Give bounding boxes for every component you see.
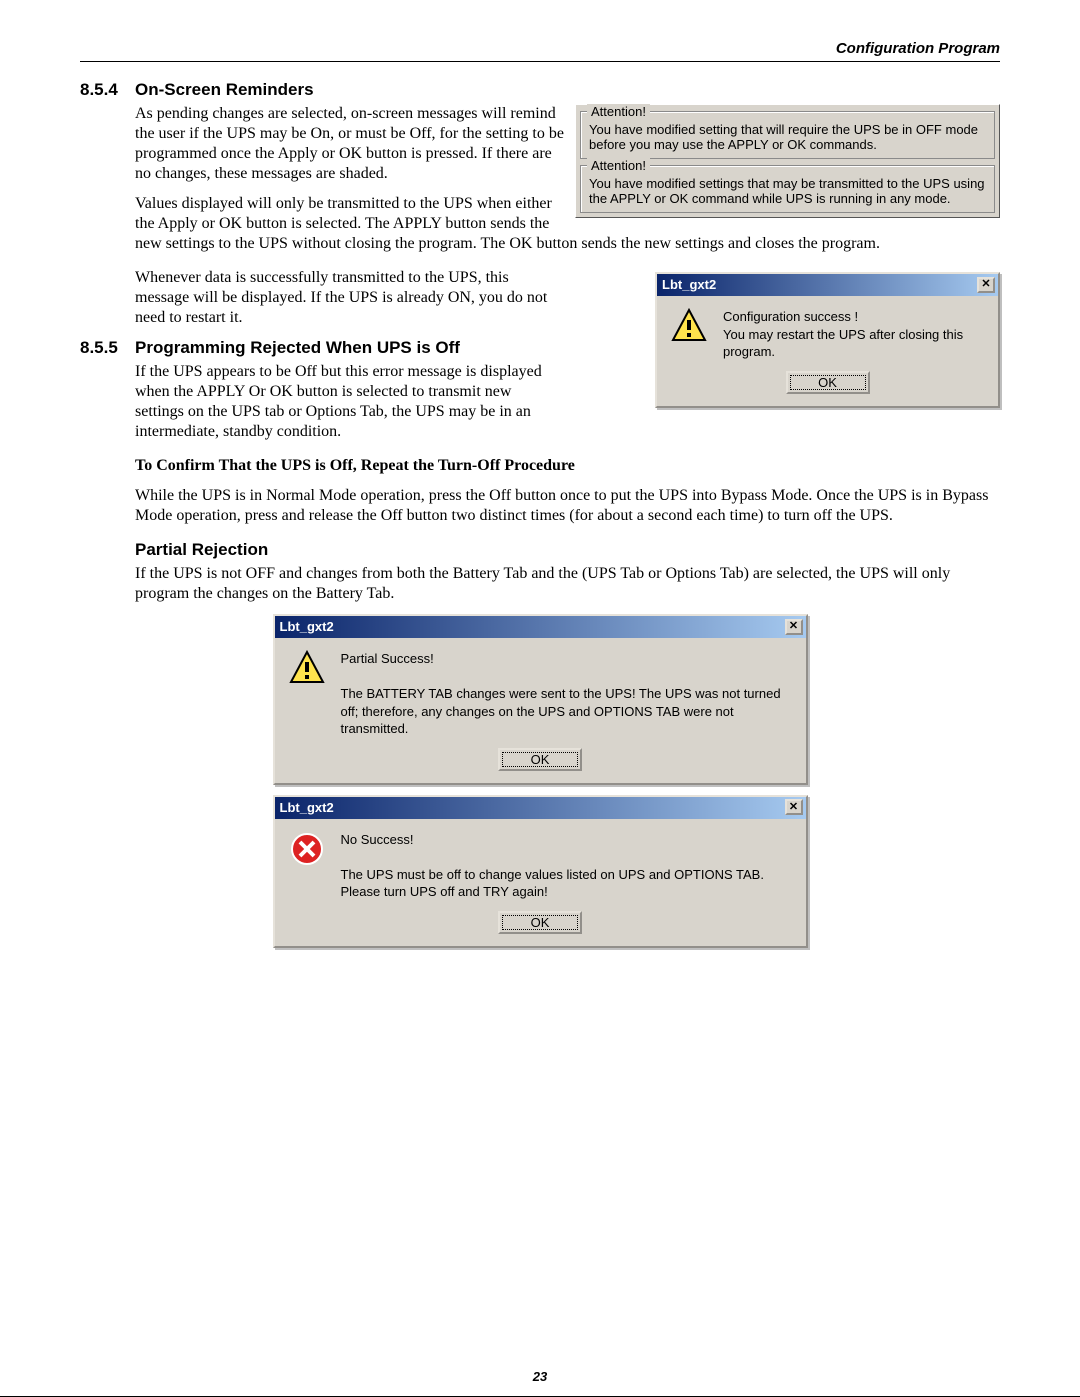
section-title: Programming Rejected When UPS is Off bbox=[135, 338, 460, 358]
attention-reminders-figure: Attention! You have modified setting tha… bbox=[575, 104, 1000, 218]
config-success-dialog: Lbt_gxt2 ✕ Configuration success ! You m… bbox=[655, 272, 1000, 408]
close-icon[interactable]: ✕ bbox=[785, 799, 803, 815]
partial-rejection-body: If the UPS is not OFF and changes from b… bbox=[135, 564, 1000, 604]
para-854-3: Whenever data is successfully transmitte… bbox=[135, 268, 555, 328]
attention-box-off-required: Attention! You have modified setting tha… bbox=[580, 111, 995, 159]
attention-legend: Attention! bbox=[587, 158, 650, 173]
ok-button[interactable]: OK bbox=[786, 371, 870, 394]
warning-icon bbox=[671, 308, 707, 344]
section-number: 8.5.4 bbox=[80, 80, 135, 100]
dialog-title: Lbt_gxt2 bbox=[280, 800, 334, 815]
dialog-message: Partial Success! The BATTERY TAB changes… bbox=[341, 650, 792, 738]
warning-icon bbox=[289, 650, 325, 686]
section-heading-854: 8.5.4 On-Screen Reminders bbox=[80, 80, 1000, 100]
confirm-off-body: While the UPS is in Normal Mode operatio… bbox=[135, 486, 1000, 526]
para-855-1: If the UPS appears to be Off but this er… bbox=[135, 362, 555, 442]
ok-button[interactable]: OK bbox=[498, 911, 582, 934]
page-header: Configuration Program bbox=[80, 40, 1000, 62]
dialog-titlebar: Lbt_gxt2 ✕ bbox=[275, 797, 806, 819]
dialog-message: No Success! The UPS must be off to chang… bbox=[341, 831, 792, 901]
dialog-message: Configuration success ! You may restart … bbox=[723, 308, 984, 361]
attention-message-2: You have modified settings that may be t… bbox=[589, 176, 985, 206]
attention-box-any-mode: Attention! You have modified settings th… bbox=[580, 165, 995, 213]
document-page: Configuration Program 8.5.4 On-Screen Re… bbox=[0, 0, 1080, 1397]
partial-rejection-dialogs: Lbt_gxt2 ✕ Partial Success! The BATTERY … bbox=[273, 614, 808, 948]
dialog-title: Lbt_gxt2 bbox=[280, 619, 334, 634]
error-icon bbox=[289, 831, 325, 867]
dialog-titlebar: Lbt_gxt2 ✕ bbox=[657, 274, 998, 296]
partial-rejection-heading: Partial Rejection bbox=[135, 540, 1000, 560]
attention-message-1: You have modified setting that will requ… bbox=[589, 122, 978, 152]
confirm-off-heading: To Confirm That the UPS is Off, Repeat t… bbox=[135, 456, 1000, 476]
close-icon[interactable]: ✕ bbox=[785, 619, 803, 635]
attention-legend: Attention! bbox=[587, 104, 650, 119]
ok-button[interactable]: OK bbox=[498, 748, 582, 771]
dialog-title: Lbt_gxt2 bbox=[662, 277, 716, 292]
close-icon[interactable]: ✕ bbox=[977, 277, 995, 293]
section-heading-855: 8.5.5 Programming Rejected When UPS is O… bbox=[80, 338, 641, 358]
dialog-titlebar: Lbt_gxt2 ✕ bbox=[275, 616, 806, 638]
partial-success-dialog: Lbt_gxt2 ✕ Partial Success! The BATTERY … bbox=[273, 614, 808, 785]
section-number: 8.5.5 bbox=[80, 338, 135, 358]
page-number: 23 bbox=[0, 1369, 1080, 1384]
section-title: On-Screen Reminders bbox=[135, 80, 314, 100]
no-success-dialog: Lbt_gxt2 ✕ No Success! The UPS must be o… bbox=[273, 795, 808, 948]
